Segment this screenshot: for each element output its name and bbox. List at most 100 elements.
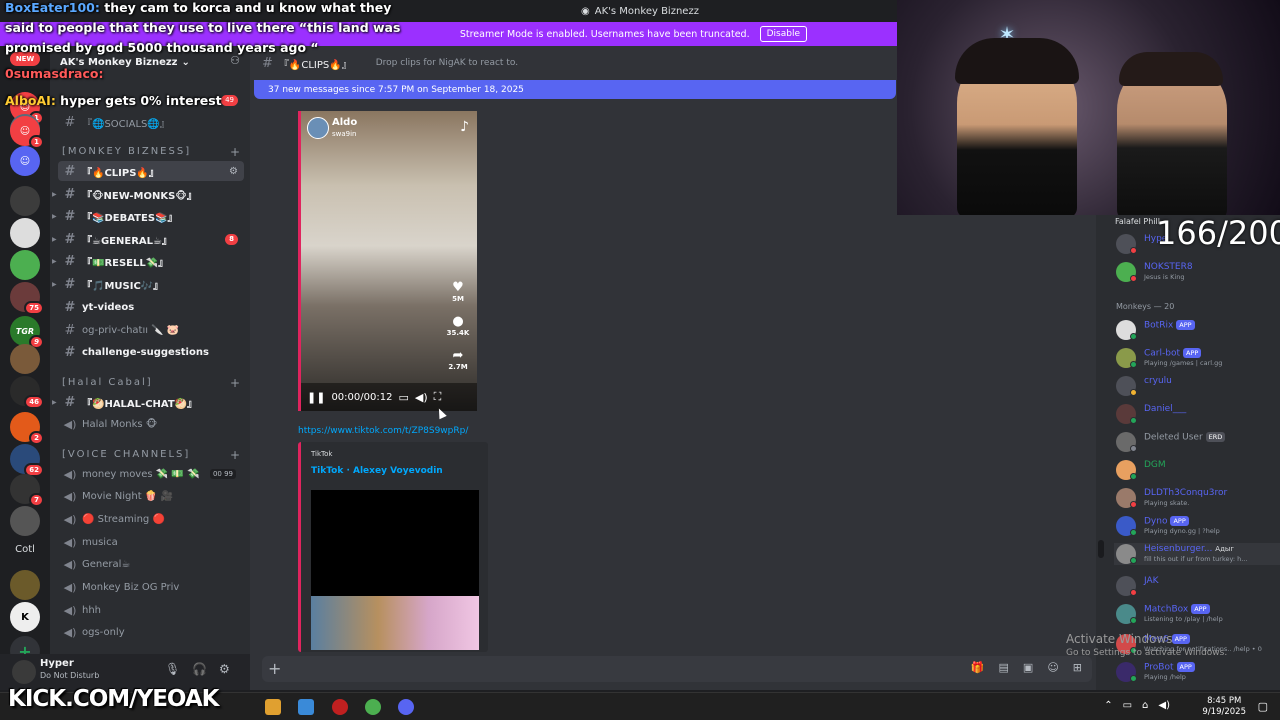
channel-music[interactable]: ▶ # 『🎵MUSIC🎶』: [52, 274, 244, 294]
settings-gear-icon[interactable]: ⚙: [229, 166, 238, 177]
channel-clips[interactable]: # 『🔥CLIPS🔥』 ⚙: [58, 161, 244, 181]
server-icon[interactable]: 46: [10, 376, 44, 409]
channel-halal-chat[interactable]: ▶ # 『🥙HALAL-CHAT🥙』: [52, 392, 244, 412]
voice-ogs-only[interactable]: ◀) ogs-only: [58, 622, 244, 642]
volume-icon[interactable]: ◀): [1158, 700, 1170, 711]
store-icon[interactable]: [298, 699, 314, 715]
volume-icon[interactable]: ◀): [415, 391, 428, 404]
member-item[interactable]: NOKSTER8 Jesus is King: [1114, 261, 1280, 283]
member-item[interactable]: DLDTh3Conqu3ror Playing skate.: [1114, 487, 1280, 509]
file-explorer-icon[interactable]: [265, 699, 281, 715]
server-icon[interactable]: TGR 9: [10, 316, 44, 349]
hash-icon: #: [64, 322, 76, 338]
member-item[interactable]: Heisenburger... Адыг fill this out if ur…: [1114, 543, 1280, 565]
voice-monkey-biz-og-priv[interactable]: ◀) Monkey Biz OG Priv: [58, 577, 244, 597]
member-item[interactable]: cryulu: [1114, 375, 1280, 397]
gear-icon[interactable]: ⚙: [219, 662, 230, 676]
chrome-icon[interactable]: [365, 699, 381, 715]
plus-icon[interactable]: +: [230, 376, 242, 390]
video-embed[interactable]: Aldo swa9in ♪ ♥ 5M ● 35.4K ➦ 2.7M ❚❚ 00:00/…: [298, 111, 477, 411]
chat-message: promised by god 5000 thousand years ago …: [5, 40, 319, 55]
taskbar-clock[interactable]: 8:45 PM 9/19/2025: [1202, 696, 1246, 718]
message-composer[interactable]: + 🎁 ▤ ▣ ☺ ⊞: [262, 656, 1092, 682]
gif-icon[interactable]: ▤: [999, 661, 1009, 674]
category-label: [VOICE CHANNELS]: [62, 449, 191, 460]
microphone-icon[interactable]: 🎙: [165, 662, 180, 676]
chat-username: BoxEater100:: [5, 0, 100, 15]
comments-count: 35.4K: [446, 329, 470, 337]
display-icon[interactable]: ▭: [1123, 700, 1132, 711]
category-monkey-bizness[interactable]: [MONKEY BIZNESS] +: [62, 145, 242, 159]
category-halal-cabal[interactable]: [Halal Cabal] +: [62, 376, 242, 390]
member-item[interactable]: ProBot APP Playing /help: [1114, 661, 1280, 683]
server-icon[interactable]: [10, 344, 40, 374]
channel-yt-videos[interactable]: # yt-videos: [58, 297, 244, 317]
channel-challenge-suggestions[interactable]: # challenge-suggestions: [58, 342, 244, 362]
sticker-icon[interactable]: ▣: [1023, 661, 1033, 674]
emoji-icon[interactable]: ☺: [1047, 661, 1058, 674]
fullscreen-icon[interactable]: ⛶: [434, 390, 442, 404]
embed-title[interactable]: TikTok · Alexey Voyevodin: [311, 466, 443, 476]
channel-general[interactable]: ▶ # 『☕GENERAL☕』 8: [52, 229, 244, 249]
captions-icon[interactable]: ▭: [398, 391, 408, 404]
likes-count: 5M: [452, 295, 464, 303]
pause-icon[interactable]: ❚❚: [307, 391, 325, 404]
server-icon[interactable]: [10, 506, 40, 536]
server-icon[interactable]: K: [10, 602, 40, 632]
discord-taskbar-icon[interactable]: [398, 699, 414, 715]
member-item[interactable]: MatchBox APP Listening to /play | /help: [1114, 603, 1280, 625]
server-icon[interactable]: [10, 186, 40, 216]
plus-circle-icon[interactable]: +: [268, 659, 281, 678]
member-name: Carl-bot APP: [1144, 348, 1202, 359]
member-item[interactable]: Daniel___: [1114, 403, 1280, 425]
channel-halal-monks[interactable]: ◀) Halal Monks 🐵: [58, 414, 244, 434]
member-item[interactable]: DGM: [1114, 459, 1280, 481]
voice-streaming[interactable]: ◀) 🔴 Streaming 🔴: [58, 509, 244, 529]
webcam-person-hair: [1119, 52, 1223, 86]
plus-icon[interactable]: +: [230, 145, 242, 159]
headphones-icon[interactable]: 🎧: [192, 662, 207, 676]
member-item[interactable]: Dyno APP Playing dyno.gg | ?help: [1114, 515, 1280, 537]
server-icon[interactable]: 62: [10, 444, 44, 477]
member-item[interactable]: Carl-bot APP Playing /games | carl.gg: [1114, 347, 1280, 369]
status-dot: [1130, 275, 1137, 282]
tiktok-link[interactable]: https://www.tiktok.com/t/ZP8S9wpRp/: [298, 426, 468, 436]
member-activity: Jesus is King: [1144, 273, 1185, 281]
category-voice-channels[interactable]: [VOICE CHANNELS] +: [62, 448, 242, 462]
gift-icon[interactable]: 🎁: [971, 661, 985, 674]
voice-money-moves[interactable]: ◀) money moves 💸 💵 💸 00 99: [58, 464, 244, 484]
disable-streamer-mode-button[interactable]: Disable: [759, 26, 807, 42]
channel-new-monks[interactable]: ▶ # 『🐵NEW-MONKS🐵』: [52, 184, 244, 204]
plus-icon[interactable]: +: [230, 448, 242, 462]
scrollbar-thumb[interactable]: [1098, 540, 1104, 558]
server-icon[interactable]: 75: [10, 282, 44, 315]
channel-socials[interactable]: # 『🌐SOCIALS🌐』: [58, 112, 244, 132]
voice-movie-night[interactable]: ◀) Movie Night 🍿 🎥: [58, 486, 244, 506]
server-icon[interactable]: [10, 570, 40, 600]
chevron-up-icon[interactable]: ⌃: [1104, 700, 1112, 711]
member-item[interactable]: Deleted User ERD: [1114, 431, 1280, 453]
apps-icon[interactable]: ⊞: [1073, 661, 1082, 674]
notification-icon[interactable]: ▢: [1258, 700, 1268, 713]
voice-hhh[interactable]: ◀) hhh: [58, 600, 244, 620]
hash-icon: #: [64, 276, 76, 292]
voice-general[interactable]: ◀) General☕: [58, 554, 244, 574]
server-icon[interactable]: [10, 250, 40, 280]
server-icon[interactable]: 7: [10, 474, 44, 507]
channel-resell[interactable]: ▶ # 『💵RESELL💸』: [52, 251, 244, 271]
app-icon[interactable]: [332, 699, 348, 715]
channel-debates[interactable]: ▶ # 『📚DEBATES📚』: [52, 206, 244, 226]
server-icon[interactable]: [10, 218, 40, 248]
server-cotl-label[interactable]: Cotl: [0, 544, 50, 555]
voice-musica[interactable]: ◀) musica: [58, 532, 244, 552]
member-item[interactable]: JAK: [1114, 575, 1280, 597]
app-tag: APP: [1170, 516, 1189, 526]
server-icon[interactable]: ☺ 1: [10, 116, 44, 149]
channel-og-priv-chat[interactable]: # og-priv-chatıı 🔪 🐷: [58, 320, 244, 340]
server-icon[interactable]: ☺: [10, 146, 40, 176]
member-item[interactable]: BotRix APP: [1114, 319, 1280, 341]
avatar[interactable]: [12, 660, 36, 684]
embed-thumbnail-image[interactable]: [311, 596, 479, 650]
network-icon[interactable]: ⌂: [1142, 700, 1148, 711]
server-icon[interactable]: 2: [10, 412, 44, 445]
